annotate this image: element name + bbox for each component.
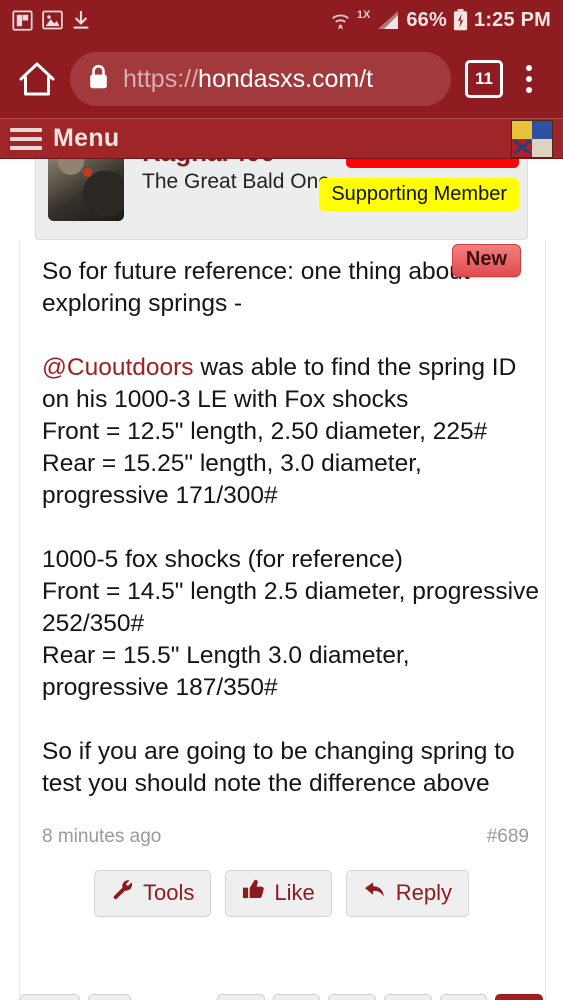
android-status-bar: 1X 66% 1:25 PM	[0, 0, 563, 40]
site-logo-icon[interactable]	[511, 119, 553, 158]
post-paragraph-spacer	[42, 704, 541, 736]
post-paragraph: Front = 14.5" length 2.5 diameter, progr…	[42, 578, 539, 637]
like-button[interactable]: Like	[225, 870, 332, 917]
reply-button-label: Reply	[395, 879, 452, 905]
post-action-buttons: Tools Like Reply	[20, 848, 543, 917]
pagination-item[interactable]	[217, 994, 265, 1000]
reply-arrow-icon	[363, 878, 387, 907]
lock-icon	[88, 64, 109, 95]
url-host: hondasxs.com/t	[198, 64, 374, 93]
flipboard-icon	[12, 9, 33, 31]
hamburger-icon[interactable]	[10, 126, 42, 152]
post-body: New So for future reference: one thing a…	[20, 240, 543, 917]
site-menu-bar: Menu	[0, 118, 563, 159]
download-icon	[72, 10, 90, 30]
post-meta-row: 8 minutes ago #689	[20, 800, 543, 848]
user-mention-link[interactable]: @Cuoutdoors	[42, 354, 194, 381]
tab-count-label: 11	[475, 69, 493, 88]
pagination-item[interactable]	[20, 994, 81, 1000]
post-paragraph: 1000-5 fox shocks (for reference)	[42, 546, 403, 573]
status-bar-system-icons: 1X 66% 1:25 PM	[330, 9, 551, 32]
signal-bars-icon	[376, 10, 400, 31]
post-paragraph-spacer	[42, 512, 541, 544]
menu-label[interactable]: Menu	[53, 124, 119, 153]
post-paragraph-mention: @Cuoutdoors was able to find the spring …	[42, 352, 541, 416]
pagination-item[interactable]	[88, 994, 131, 1000]
post-paragraph: Rear = 15.5" Length 3.0 diameter, progre…	[42, 642, 410, 701]
battery-percent-label: 66%	[406, 8, 447, 31]
post-timestamp[interactable]: 8 minutes ago	[42, 826, 161, 848]
phone-screenshot: 1X 66% 1:25 PM https://hondasxs.com/t 11	[0, 0, 563, 1000]
wifi-icon	[330, 10, 351, 31]
pagination-item[interactable]	[328, 994, 377, 1000]
reply-button[interactable]: Reply	[345, 870, 469, 917]
pagination-gap	[131, 994, 210, 1000]
post-paragraph: So if you are going to be changing sprin…	[42, 738, 515, 797]
post-paragraph: Front = 12.5" length, 2.50 diameter, 225…	[42, 418, 488, 445]
home-icon[interactable]	[14, 56, 60, 102]
url-bar[interactable]: https://hondasxs.com/t	[70, 52, 451, 106]
pagination-item-current[interactable]	[495, 994, 543, 1000]
post-paragraph: Rear = 15.25" length, 3.0 diameter, prog…	[42, 450, 422, 509]
pagination-item[interactable]	[272, 994, 321, 1000]
network-type-label: 1X	[356, 9, 371, 21]
thumbs-up-icon	[242, 878, 265, 907]
browser-menu-icon[interactable]	[509, 57, 549, 101]
page-right-gutter	[545, 240, 563, 1000]
wrench-icon	[111, 878, 134, 907]
status-badge-supporting: Supporting Member	[319, 178, 519, 211]
post-paragraph-spacer	[42, 320, 541, 352]
tools-button-label: Tools	[143, 879, 195, 905]
url-text: https://hondasxs.com/t	[123, 65, 373, 94]
post-number[interactable]: #689	[487, 826, 529, 848]
new-badge: New	[451, 244, 521, 277]
image-icon	[42, 10, 63, 30]
clock-label: 1:25 PM	[474, 8, 551, 31]
pagination-item[interactable]	[439, 994, 488, 1000]
pagination	[20, 994, 543, 1000]
tab-count-button[interactable]: 11	[465, 60, 503, 98]
browser-toolbar: https://hondasxs.com/t 11	[0, 40, 563, 118]
status-bar-notification-icons	[12, 9, 90, 31]
battery-charging-icon	[453, 9, 468, 31]
tools-button[interactable]: Tools	[94, 870, 212, 917]
url-scheme: https://	[123, 64, 199, 93]
like-button-label: Like	[274, 879, 315, 905]
pagination-item[interactable]	[384, 994, 432, 1000]
post-message-text: So for future reference: one thing about…	[20, 240, 543, 800]
page-left-gutter	[0, 240, 20, 1000]
